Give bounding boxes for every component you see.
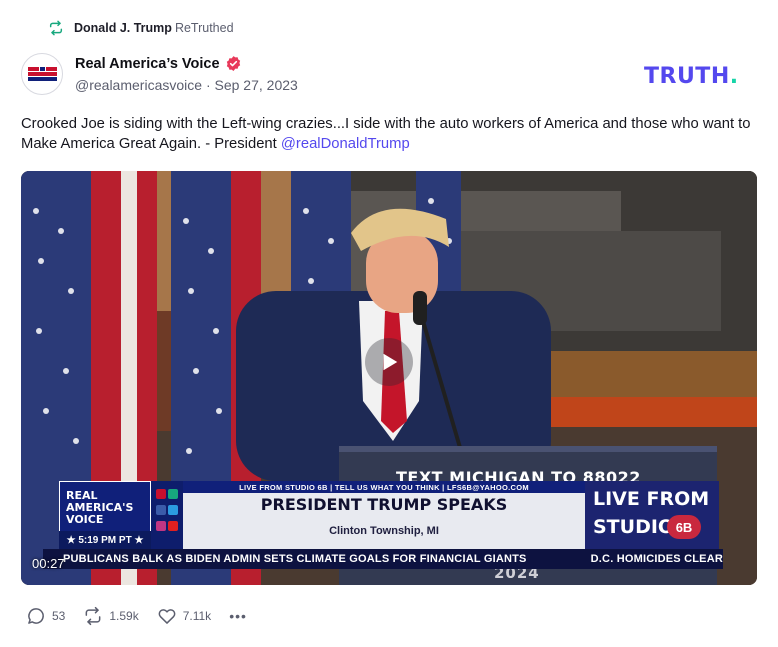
news-crawl-right: D.C. HOMICIDES CLEAR	[590, 553, 723, 565]
mention-link[interactable]: @realDonaldTrump	[281, 136, 410, 152]
live-studio-badge: 6B	[667, 515, 701, 539]
post-date[interactable]: Sep 27, 2023	[215, 77, 298, 93]
retruth-user[interactable]: Donald J. Trump	[74, 21, 172, 35]
post-body: Crooked Joe is siding with the Left-wing…	[21, 114, 751, 154]
like-button[interactable]: 7.11k	[157, 606, 211, 626]
play-icon	[383, 353, 398, 371]
reply-button[interactable]: 53	[26, 606, 65, 626]
author-meta: @realamericasvoice · Sep 27, 2023	[75, 77, 298, 93]
retruth-icon	[49, 20, 63, 36]
author-handle[interactable]: @realamericasvoice	[75, 77, 202, 93]
author-block: Real America’s Voice @realamericasvoice …	[75, 55, 298, 94]
play-button[interactable]	[365, 338, 413, 386]
more-icon: •••	[229, 608, 247, 624]
live-studio-line1: LIVE FROM	[593, 488, 710, 510]
retruth-count: 1.59k	[109, 609, 139, 623]
lower-third-headline: PRESIDENT TRUMP SPEAKS	[260, 495, 508, 514]
post-header: Real America’s Voice @realamericasvoice …	[21, 53, 298, 95]
more-options-button[interactable]: •••	[229, 608, 247, 624]
verified-badge-icon	[226, 56, 240, 71]
like-count: 7.11k	[182, 609, 212, 623]
lower-third: REAL AMERICA'S VOICE ★ 5:19 PM PT ★ LIVE…	[59, 481, 719, 553]
avatar-logo-icon	[27, 67, 57, 81]
reply-count: 53	[52, 609, 66, 623]
video-player[interactable]: TEXT MICHIGAN TO 88022 2024 REAL AMERICA…	[21, 171, 757, 585]
truth-logo-text: TRUTH	[644, 64, 730, 89]
social-icons-strip	[156, 489, 178, 531]
author-name-row: Real America’s Voice	[75, 55, 298, 72]
retruth-action: ReTruthed	[174, 21, 234, 35]
video-timecode: 00:27	[32, 556, 65, 571]
live-studio-graphic: LIVE FROM STUDIO 6B	[585, 481, 719, 549]
retruth-icon	[85, 606, 101, 626]
lower-third-main: LIVE FROM STUDIO 6B | TELL US WHAT YOU T…	[183, 481, 585, 549]
lower-third-logo-text: REAL AMERICA'S VOICE	[66, 489, 134, 526]
heart-icon	[158, 609, 176, 624]
post-actions: 53 1.59k 7.11k •••	[26, 606, 247, 626]
reply-icon	[28, 608, 44, 624]
author-name[interactable]: Real America’s Voice	[75, 56, 220, 72]
news-crawl: PUBLICANS BALK AS BIDEN ADMIN SETS CLIMA…	[43, 549, 723, 569]
lower-third-location: Clinton Township, MI	[329, 525, 439, 537]
avatar[interactable]	[21, 53, 63, 95]
lower-third-ticker-top: LIVE FROM STUDIO 6B | TELL US WHAT YOU T…	[183, 481, 585, 493]
retruth-banner: Donald J. Trump ReTruthed	[48, 18, 234, 38]
truth-logo[interactable]: TRUTH.	[644, 64, 739, 89]
meta-separator: ·	[205, 77, 211, 93]
social-icons	[151, 481, 183, 549]
truth-logo-dot: .	[729, 64, 739, 89]
lower-third-time: ★ 5:19 PM PT ★	[59, 531, 151, 549]
news-crawl-left: PUBLICANS BALK AS BIDEN ADMIN SETS CLIMA…	[63, 553, 527, 565]
retruth-button[interactable]: 1.59k	[83, 606, 139, 626]
